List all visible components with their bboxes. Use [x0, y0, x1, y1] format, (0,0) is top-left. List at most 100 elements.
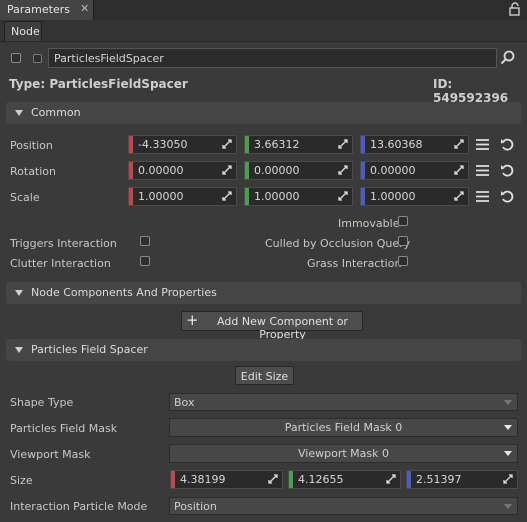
node-enabled-checkbox[interactable]: [11, 53, 21, 63]
shape-type-value: Box: [174, 396, 195, 409]
position-label: Position: [10, 139, 53, 152]
position-y-field[interactable]: 3.66312: [244, 135, 353, 154]
edit-size-button[interactable]: Edit Size: [235, 366, 294, 385]
collapse-arrow-icon: [15, 347, 23, 353]
drag-handle-icon[interactable]: [268, 474, 278, 484]
interaction-mode-select[interactable]: Position: [169, 497, 518, 515]
z-axis-marker: [361, 136, 365, 153]
reset-icon[interactable]: [500, 137, 514, 151]
x-axis-marker: [129, 188, 133, 205]
triggers-interaction-label: Triggers Interaction: [10, 237, 117, 250]
shape-type-label: Shape Type: [10, 396, 74, 409]
drag-handle-icon[interactable]: [454, 191, 464, 201]
lock-icon[interactable]: [508, 2, 522, 16]
tab-node[interactable]: Node: [4, 21, 42, 41]
rotation-z-field[interactable]: 0.00000: [360, 161, 469, 180]
drag-handle-icon[interactable]: [222, 191, 232, 201]
x-axis-marker: [129, 162, 133, 179]
y-axis-marker: [289, 471, 293, 488]
chevron-down-icon: [504, 504, 512, 509]
z-axis-marker: [407, 471, 411, 488]
drag-handle-icon[interactable]: [454, 165, 464, 175]
rotation-label: Rotation: [10, 165, 57, 178]
chevron-down-icon: [504, 400, 512, 405]
x-axis-marker: [171, 471, 175, 488]
scale-label: Scale: [10, 191, 40, 204]
drag-handle-icon[interactable]: [338, 139, 348, 149]
scale-z-field[interactable]: 1.00000: [360, 187, 469, 206]
rotation-x-field[interactable]: 0.00000: [128, 161, 237, 180]
chevron-down-icon: [504, 451, 512, 456]
plus-icon: +: [186, 311, 199, 329]
y-axis-marker: [245, 188, 249, 205]
rotation-y-field[interactable]: 0.00000: [244, 161, 353, 180]
chevron-down-icon: [504, 425, 512, 430]
search-icon[interactable]: [499, 49, 517, 67]
culled-by-occlusion-label: Culled by Occlusion Query: [265, 237, 411, 250]
particles-field-mask-select[interactable]: Particles Field Mask 0: [169, 418, 518, 437]
node-name-input[interactable]: ParticlesFieldSpacer: [48, 48, 497, 68]
z-axis-marker: [361, 188, 365, 205]
add-component-button[interactable]: + Add New Component or Property: [181, 311, 363, 341]
position-z-field[interactable]: 13.60368: [360, 135, 469, 154]
drag-handle-icon[interactable]: [338, 165, 348, 175]
tab-node-label: Node: [11, 25, 40, 38]
shape-type-select[interactable]: Box: [169, 393, 518, 411]
drag-handle-icon[interactable]: [222, 165, 232, 175]
drag-handle-icon[interactable]: [454, 139, 464, 149]
viewport-mask-select[interactable]: Viewport Mask 0: [169, 444, 518, 463]
triggers-interaction-checkbox[interactable]: [140, 236, 150, 246]
clutter-interaction-label: Clutter Interaction: [10, 257, 111, 270]
tab-parameters[interactable]: Parameters ✕: [0, 0, 94, 20]
node-type-value: ParticlesFieldSpacer: [49, 77, 188, 91]
viewport-mask-value: Viewport Mask 0: [298, 447, 389, 460]
reset-icon[interactable]: [500, 163, 514, 177]
tab-parameters-label: Parameters: [7, 3, 70, 16]
size-x-field[interactable]: 4.38199: [170, 470, 283, 489]
rotation-z-value: 0.00000: [370, 164, 416, 177]
scale-y-value: 1.00000: [254, 190, 300, 203]
particles-field-mask-label: Particles Field Mask: [10, 422, 118, 435]
position-x-value: -4.33050: [138, 138, 188, 151]
size-label: Size: [10, 474, 33, 487]
node-type-label: Type:: [9, 77, 46, 91]
section-particles-field-spacer[interactable]: Particles Field Spacer: [6, 339, 521, 361]
position-z-value: 13.60368: [370, 138, 423, 151]
drag-handle-icon[interactable]: [503, 474, 513, 484]
drag-handle-icon[interactable]: [338, 191, 348, 201]
grass-interaction-checkbox[interactable]: [398, 256, 408, 266]
menu-icon[interactable]: [476, 190, 489, 203]
grass-interaction-label: Grass Interaction: [307, 257, 402, 270]
section-node-components[interactable]: Node Components And Properties: [6, 282, 521, 304]
size-z-field[interactable]: 2.51397: [406, 470, 518, 489]
collapse-arrow-icon: [15, 290, 23, 296]
node-id-label: ID:: [433, 77, 453, 91]
scale-x-field[interactable]: 1.00000: [128, 187, 237, 206]
close-icon[interactable]: ✕: [80, 2, 89, 15]
drag-handle-icon[interactable]: [386, 474, 396, 484]
menu-icon[interactable]: [476, 164, 489, 177]
rotation-x-value: 0.00000: [138, 164, 184, 177]
immovable-checkbox[interactable]: [398, 216, 408, 226]
culled-by-occlusion-checkbox[interactable]: [398, 236, 408, 246]
size-y-value: 4.12655: [298, 473, 344, 486]
section-common-label: Common: [31, 106, 81, 119]
node-type: Type: ParticlesFieldSpacer: [9, 77, 188, 91]
drag-handle-icon[interactable]: [222, 139, 232, 149]
size-y-field[interactable]: 4.12655: [288, 470, 401, 489]
y-axis-marker: [245, 162, 249, 179]
reset-icon[interactable]: [500, 189, 514, 203]
collapse-arrow-icon: [15, 110, 23, 116]
size-x-value: 4.38199: [180, 473, 226, 486]
menu-icon[interactable]: [476, 138, 489, 151]
interaction-mode-value: Position: [174, 500, 217, 513]
section-common[interactable]: Common: [6, 102, 521, 124]
position-x-field[interactable]: -4.33050: [128, 135, 237, 154]
node-handled-checkbox[interactable]: [33, 54, 42, 63]
scale-x-value: 1.00000: [138, 190, 184, 203]
scale-y-field[interactable]: 1.00000: [244, 187, 353, 206]
clutter-interaction-checkbox[interactable]: [140, 256, 150, 266]
scale-z-value: 1.00000: [370, 190, 416, 203]
add-component-label: Add New Component or Property: [217, 315, 348, 341]
node-name-value: ParticlesFieldSpacer: [54, 52, 164, 65]
